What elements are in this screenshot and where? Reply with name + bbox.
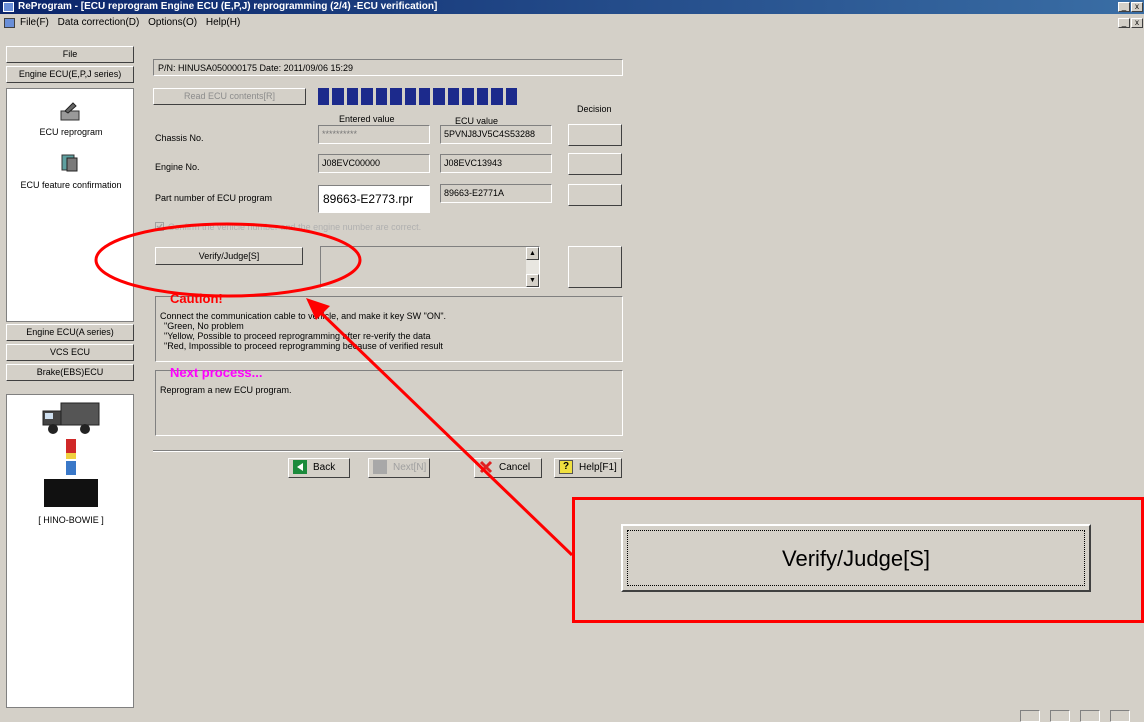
status-bar — [0, 710, 1144, 722]
status-segment — [1020, 710, 1040, 722]
zoom-callout: Verify/Judge[S] — [572, 497, 1144, 623]
status-segment — [1050, 710, 1070, 722]
zoom-verify-label: Verify/Judge[S] — [627, 530, 1085, 586]
zoom-verify-button: Verify/Judge[S] — [621, 524, 1091, 592]
status-segment — [1080, 710, 1100, 722]
status-segment — [1110, 710, 1130, 722]
annotation-arrow-line — [316, 308, 574, 557]
highlight-ellipse — [94, 222, 362, 298]
